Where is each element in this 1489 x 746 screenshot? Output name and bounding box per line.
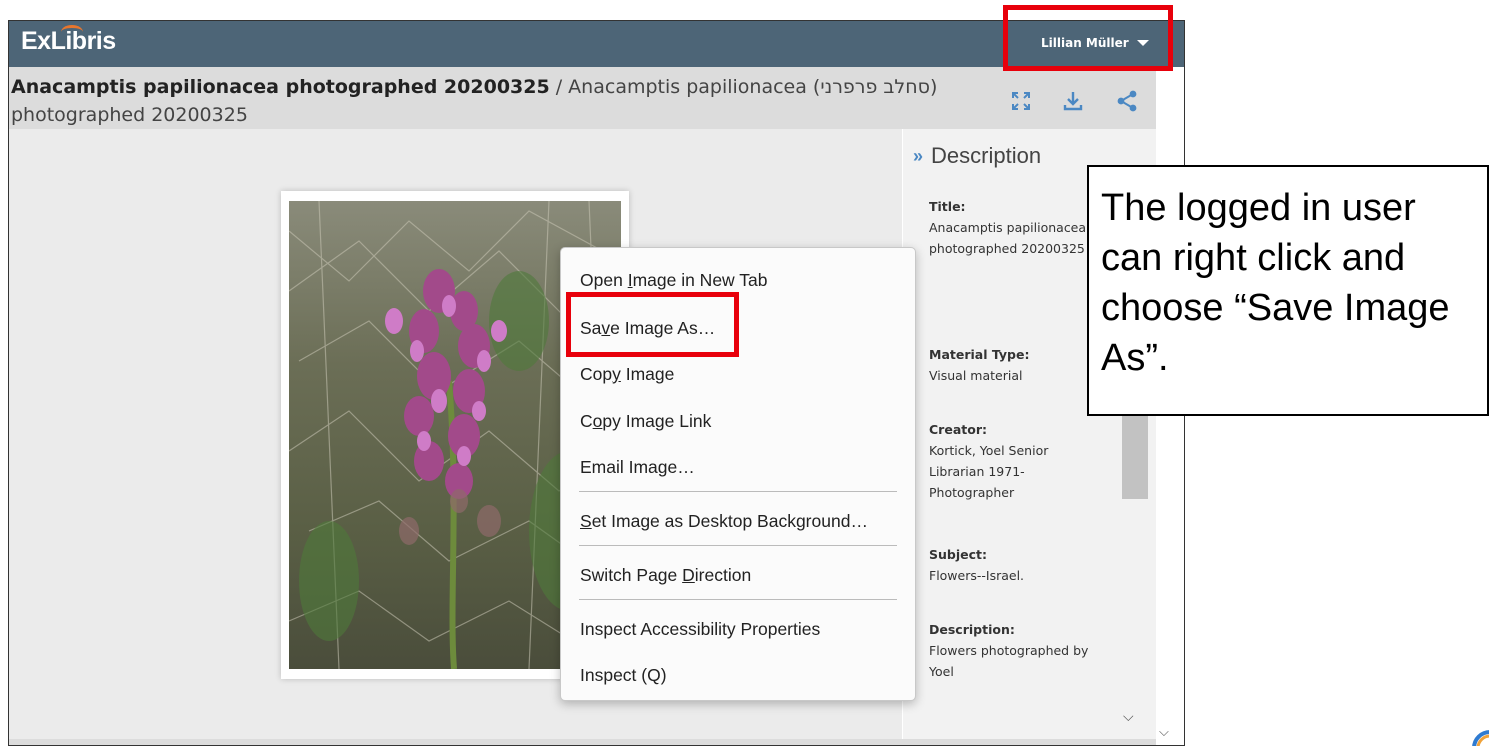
meta-subject: Subject: Flowers--Israel. (929, 544, 1099, 586)
meta-creator-label: Creator: (929, 422, 987, 437)
menu-inspect-accessibility[interactable]: Inspect Accessibility Properties (580, 619, 820, 640)
meta-creator: Creator: Kortick, Yoel Senior Librarian … (929, 419, 1099, 503)
meta-material-type-label: Material Type: (929, 347, 1030, 362)
double-chevron-right-icon[interactable]: » (913, 146, 923, 167)
bottom-strip (9, 739, 1156, 745)
menu-copy-image-link[interactable]: Copy Image Link (580, 411, 711, 432)
menu-copy-image[interactable]: Copy Image (580, 364, 674, 385)
outer-scroll-down-icon[interactable]: ⌵ (1159, 725, 1169, 740)
meta-description-value: Flowers photographed by Yoel (929, 643, 1089, 679)
menu-email-image[interactable]: Email Image… (580, 457, 695, 478)
tutorial-screenshot: ExLibris Lillian Müller Anacamptis papil… (0, 0, 1489, 746)
description-header[interactable]: » Description (913, 143, 1041, 169)
exlibris-logo[interactable]: ExLibris (21, 25, 116, 56)
menu-inspect[interactable]: Inspect (Q) (580, 665, 667, 686)
description-header-label: Description (931, 143, 1042, 168)
meta-material-type-value: Visual material (929, 368, 1023, 383)
record-title: Anacamptis papilionacea photographed 202… (11, 73, 941, 129)
scroll-down-icon[interactable]: ⌵ (1123, 709, 1134, 725)
logo-arc-icon (61, 25, 83, 39)
menu-open-image-new-tab[interactable]: Open Image in New Tab (580, 270, 767, 291)
meta-title-label: Title: (929, 199, 966, 214)
meta-title: Title: Anacamptis papilionacea photograp… (929, 196, 1099, 259)
highlight-save-image-as (566, 292, 739, 357)
meta-description: Description: Flowers photographed by Yoe… (929, 619, 1099, 682)
record-title-main: Anacamptis papilionacea photographed 202… (11, 76, 550, 98)
meta-subject-value: Flowers--Israel. (929, 568, 1025, 583)
meta-description-label: Description: (929, 622, 1015, 637)
meta-title-value: Anacamptis papilionacea photographed 202… (929, 220, 1087, 256)
corner-logo-icon (1472, 730, 1489, 746)
download-icon[interactable] (1061, 89, 1085, 113)
meta-subject-label: Subject: (929, 547, 987, 562)
menu-switch-page-direction[interactable]: Switch Page Direction (580, 565, 751, 586)
record-title-bar: Anacamptis papilionacea photographed 202… (9, 67, 1156, 129)
highlight-user-menu (1003, 5, 1173, 71)
callout-box: The logged in user can right click and c… (1087, 165, 1489, 416)
menu-set-desktop-background[interactable]: Set Image as Desktop Background… (580, 511, 868, 532)
meta-material-type: Material Type: Visual material (929, 344, 1099, 386)
menu-separator (579, 491, 897, 492)
meta-creator-value: Kortick, Yoel Senior Librarian 1971- Pho… (929, 443, 1049, 500)
menu-separator (579, 599, 897, 600)
menu-separator (579, 545, 897, 546)
share-icon[interactable] (1115, 89, 1139, 113)
fullscreen-icon[interactable] (1009, 89, 1033, 113)
callout-text: The logged in user can right click and c… (1101, 187, 1450, 379)
